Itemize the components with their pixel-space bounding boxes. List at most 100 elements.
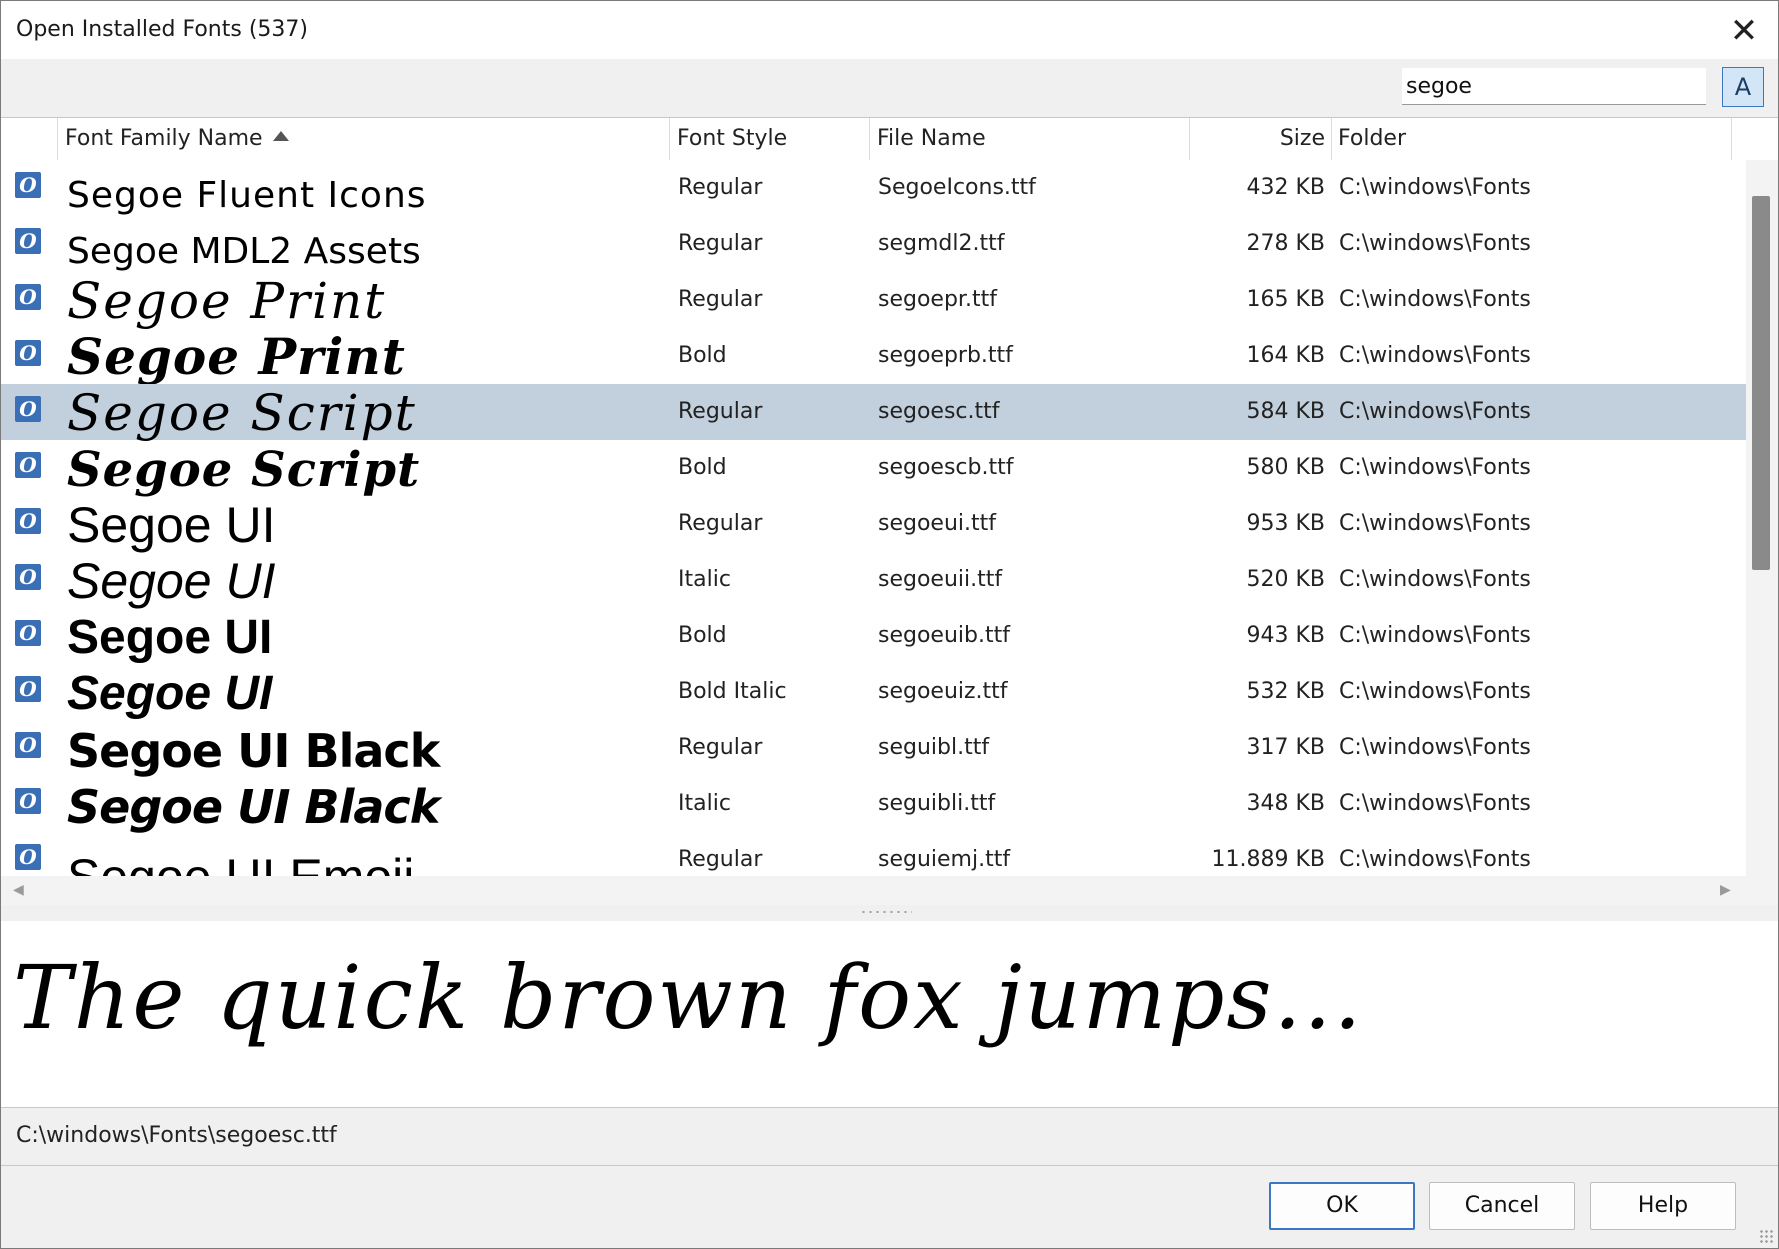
font-style-cell: Regular: [678, 175, 763, 200]
font-family-name: Segoe UI Black: [67, 724, 440, 778]
table-row[interactable]: Segoe UI Emoji Regular seguiemj.ttf 11.8…: [1, 832, 1746, 876]
folder-cell: C:\windows\Fonts: [1339, 511, 1531, 536]
vertical-scrollbar[interactable]: [1746, 160, 1778, 876]
column-header-folder[interactable]: Folder: [1338, 118, 1406, 160]
column-header-file-name[interactable]: File Name: [877, 118, 986, 160]
folder-cell: C:\windows\Fonts: [1339, 343, 1531, 368]
opentype-font-icon: [15, 340, 41, 366]
size-cell: 317 KB: [1246, 735, 1325, 760]
column-divider[interactable]: [1731, 118, 1732, 160]
file-name-cell: segoeui.ttf: [878, 511, 997, 536]
font-preview-toggle-button[interactable]: A: [1722, 67, 1764, 107]
column-header-size[interactable]: Size: [1191, 118, 1325, 160]
font-family-name: Segoe Print: [67, 327, 406, 386]
folder-cell: C:\windows\Fonts: [1339, 567, 1531, 592]
file-name-cell: segoeprb.ttf: [878, 343, 1013, 368]
close-icon[interactable]: ✕: [1724, 11, 1764, 51]
table-row[interactable]: Segoe UI Black Italic seguibli.ttf 348 K…: [1, 776, 1746, 832]
folder-cell: C:\windows\Fonts: [1339, 455, 1531, 480]
splitter-grip-icon[interactable]: [860, 910, 912, 914]
font-style-cell: Regular: [678, 847, 763, 872]
font-family-name: Segoe MDL2 Assets: [67, 231, 421, 272]
table-row[interactable]: Segoe UI Regular segoeui.ttf 953 KB C:\w…: [1, 496, 1746, 552]
font-family-name: Segoe Script: [67, 384, 417, 442]
font-family-name: Segoe UI: [67, 553, 276, 609]
column-divider[interactable]: [669, 118, 670, 160]
resize-grip-icon[interactable]: [1759, 1229, 1775, 1245]
scroll-left-arrow-icon[interactable]: ◀: [13, 882, 24, 898]
folder-cell: C:\windows\Fonts: [1339, 287, 1531, 312]
file-name-cell: segmdl2.ttf: [878, 231, 1005, 256]
opentype-font-icon: [15, 452, 41, 478]
table-row[interactable]: Segoe UI Bold Italic segoeuiz.ttf 532 KB…: [1, 664, 1746, 720]
table-row[interactable]: Segoe Print Regular segoepr.ttf 165 KB C…: [1, 272, 1746, 328]
scroll-right-arrow-icon[interactable]: ▶: [1720, 882, 1731, 898]
size-cell: 520 KB: [1246, 567, 1325, 592]
search-input[interactable]: [1402, 68, 1706, 105]
table-row[interactable]: Segoe Script Bold segoescb.ttf 580 KB C:…: [1, 440, 1746, 496]
file-name-cell: segoeuii.ttf: [878, 567, 1003, 592]
font-style-cell: Bold: [678, 343, 727, 368]
file-name-cell: seguibl.ttf: [878, 735, 990, 760]
font-family-name: Segoe Script: [67, 442, 421, 498]
file-name-cell: seguiemj.ttf: [878, 847, 1011, 872]
font-style-cell: Regular: [678, 231, 763, 256]
preview-splitter[interactable]: [1, 905, 1778, 921]
folder-cell: C:\windows\Fonts: [1339, 735, 1531, 760]
cancel-button[interactable]: Cancel: [1429, 1182, 1575, 1230]
font-preview-panel: The quick brown fox jumps...: [1, 921, 1778, 1108]
opentype-font-icon: [15, 508, 41, 534]
size-cell: 11.889 KB: [1211, 847, 1326, 872]
vertical-scrollbar-thumb[interactable]: [1752, 196, 1770, 570]
folder-cell: C:\windows\Fonts: [1339, 791, 1531, 816]
size-cell: 432 KB: [1246, 175, 1325, 200]
horizontal-scrollbar[interactable]: ◀ ▶: [1, 876, 1778, 905]
size-cell: 164 KB: [1246, 343, 1325, 368]
table-row[interactable]: Segoe Fluent Icons Regular SegoeIcons.tt…: [1, 160, 1746, 216]
font-style-cell: Regular: [678, 511, 763, 536]
dialog-footer: OK Cancel Help: [1, 1166, 1778, 1248]
size-cell: 532 KB: [1246, 679, 1325, 704]
size-cell: 953 KB: [1246, 511, 1325, 536]
font-style-cell: Bold: [678, 623, 727, 648]
folder-cell: C:\windows\Fonts: [1339, 623, 1531, 648]
font-family-name: Segoe UI Black: [67, 780, 440, 834]
column-divider[interactable]: [1189, 118, 1190, 160]
opentype-font-icon: [15, 228, 41, 254]
fonts-table: Font Family Name Font Style File Name Si…: [1, 118, 1778, 905]
table-row[interactable]: Segoe Print Bold segoeprb.ttf 164 KB C:\…: [1, 328, 1746, 384]
file-name-cell: segoesc.ttf: [878, 399, 1000, 424]
path-bar: C:\windows\Fonts\segoesc.ttf: [1, 1108, 1778, 1166]
ok-button[interactable]: OK: [1269, 1182, 1415, 1230]
column-header-font-family-name[interactable]: Font Family Name: [65, 118, 289, 160]
file-name-cell: segoeuib.ttf: [878, 623, 1010, 648]
size-cell: 348 KB: [1246, 791, 1325, 816]
sort-ascending-icon: [272, 131, 289, 141]
font-family-name: Segoe UI: [67, 611, 273, 664]
folder-cell: C:\windows\Fonts: [1339, 847, 1531, 872]
folder-cell: C:\windows\Fonts: [1339, 175, 1531, 200]
file-name-cell: SegoeIcons.ttf: [878, 175, 1036, 200]
table-body: Segoe Fluent Icons Regular SegoeIcons.tt…: [1, 160, 1746, 876]
column-divider: [57, 118, 58, 160]
help-button[interactable]: Help: [1590, 1182, 1736, 1230]
font-style-cell: Regular: [678, 735, 763, 760]
column-divider[interactable]: [869, 118, 870, 160]
font-family-name: Segoe UI: [67, 497, 276, 553]
column-header-font-style[interactable]: Font Style: [677, 118, 787, 160]
table-row-selected[interactable]: Segoe Script Regular segoesc.ttf 584 KB …: [1, 384, 1746, 440]
opentype-font-icon: [15, 676, 41, 702]
table-row[interactable]: Segoe UI Black Regular seguibl.ttf 317 K…: [1, 720, 1746, 776]
folder-cell: C:\windows\Fonts: [1339, 231, 1531, 256]
opentype-font-icon: [15, 788, 41, 814]
column-header-label: Font Family Name: [65, 126, 263, 151]
opentype-font-icon: [15, 172, 41, 198]
file-name-cell: seguibli.ttf: [878, 791, 996, 816]
column-divider[interactable]: [1331, 118, 1332, 160]
file-name-cell: segoepr.ttf: [878, 287, 997, 312]
table-row[interactable]: Segoe MDL2 Assets Regular segmdl2.ttf 27…: [1, 216, 1746, 272]
size-cell: 584 KB: [1246, 399, 1325, 424]
table-row[interactable]: Segoe UI Bold segoeuib.ttf 943 KB C:\win…: [1, 608, 1746, 664]
table-row[interactable]: Segoe UI Italic segoeuii.ttf 520 KB C:\w…: [1, 552, 1746, 608]
font-style-cell: Regular: [678, 287, 763, 312]
